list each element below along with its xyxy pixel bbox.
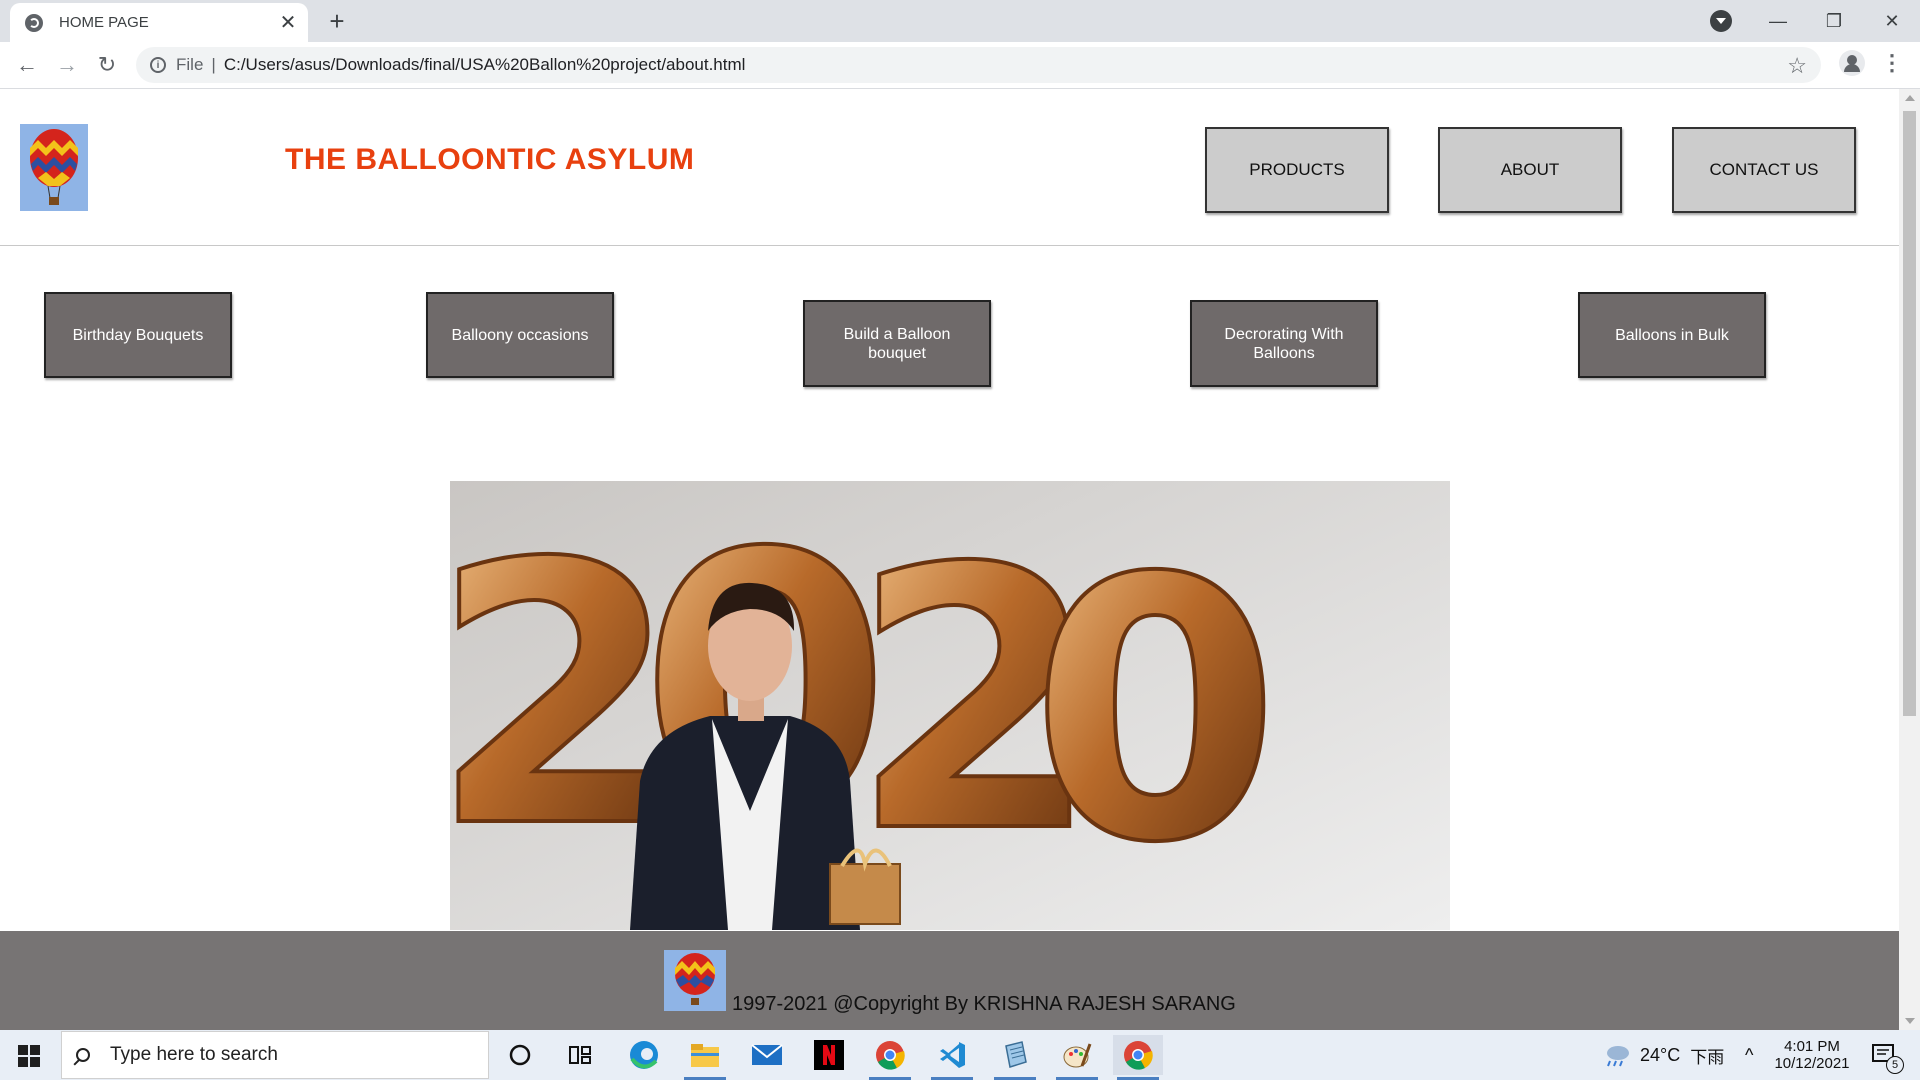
svg-text:0: 0 [1030, 502, 1281, 921]
vscode-icon[interactable] [927, 1035, 977, 1080]
back-arrow-icon[interactable]: ← [12, 50, 42, 80]
nav-about-button[interactable]: ABOUT [1438, 127, 1622, 213]
copyright-text: 1997-2021 @Copyright By KRISHNA RAJESH S… [732, 993, 1236, 1015]
chrome-active-icon[interactable] [1113, 1035, 1163, 1080]
restore-icon[interactable]: ❐ [1806, 0, 1862, 42]
netflix-icon[interactable] [804, 1035, 854, 1075]
address-bar[interactable]: i File | C:/Users/asus/Downloads/final/U… [136, 47, 1821, 83]
clock[interactable]: 4:01 PM 10/12/2021 [1772, 1030, 1852, 1080]
weather-temperature: 24°C [1640, 1044, 1681, 1065]
browser-tab[interactable]: HOME PAGE ✕ [10, 3, 308, 42]
url-text[interactable]: C:/Users/asus/Downloads/final/USA%20Ball… [224, 55, 746, 75]
category-balloons-bulk-button[interactable]: Balloons in Bulk [1578, 292, 1766, 378]
clock-date: 10/12/2021 [1774, 1055, 1850, 1072]
weather-description: 下雨 [1690, 1047, 1725, 1067]
bookmark-star-icon[interactable]: ☆ [1787, 53, 1807, 79]
paint-icon[interactable] [1052, 1035, 1102, 1080]
cortana-icon[interactable] [495, 1035, 545, 1075]
file-explorer-icon[interactable] [680, 1035, 730, 1080]
tab-strip: HOME PAGE ✕ + — ❐ ✕ [0, 0, 1920, 42]
scroll-up-arrow-icon[interactable] [1905, 95, 1915, 101]
balloon-logo [20, 124, 88, 211]
close-window-icon[interactable]: ✕ [1864, 0, 1920, 42]
new-tab-button[interactable]: + [322, 6, 352, 36]
site-footer: 1997-2021 @Copyright By KRISHNA RAJESH S… [0, 931, 1899, 1030]
mail-icon[interactable] [742, 1035, 792, 1075]
nav-products-button[interactable]: PRODUCTS [1205, 127, 1389, 213]
page-scrollbar[interactable] [1899, 89, 1920, 1030]
tab-title: HOME PAGE [59, 14, 149, 31]
forward-arrow-icon[interactable]: → [52, 50, 82, 80]
windows-start-icon[interactable] [18, 1045, 40, 1067]
browser-toolbar: ← → ↻ i File | C:/Users/asus/Downloads/f… [0, 42, 1920, 89]
rain-cloud-icon [1607, 1046, 1629, 1067]
task-view-icon[interactable] [555, 1035, 605, 1075]
category-build-bouquet-button[interactable]: Build a Balloon bouquet [803, 300, 991, 387]
taskbar: Type here to search 24°C 下雨 ^ 4:01 PM 10… [0, 1030, 1920, 1080]
nav-contact-button[interactable]: CONTACT US [1672, 127, 1856, 213]
clock-time: 4:01 PM [1784, 1038, 1840, 1055]
minimize-icon[interactable]: — [1750, 0, 1806, 42]
tray-chevron-up-icon[interactable]: ^ [1745, 1030, 1753, 1080]
weather-widget[interactable]: 24°C 下雨 [1602, 1030, 1724, 1080]
page-viewport: THE BALLOONTIC ASYLUM PRODUCTS ABOUT CON… [0, 89, 1899, 930]
category-balloony-occasions-button[interactable]: Balloony occasions [426, 292, 614, 378]
tab-search-icon[interactable] [1710, 10, 1732, 32]
search-icon [76, 1048, 90, 1062]
taskbar-search-placeholder: Type here to search [110, 1044, 278, 1065]
scroll-down-arrow-icon[interactable] [1905, 1018, 1915, 1024]
notification-center-icon[interactable]: 5 [1864, 1030, 1904, 1080]
notepad-icon[interactable] [990, 1035, 1040, 1080]
hero-image: 2 0 2 0 [450, 481, 1450, 930]
site-title: THE BALLOONTIC ASYLUM [285, 143, 695, 176]
notification-count-badge: 5 [1886, 1056, 1904, 1074]
url-separator: | [211, 55, 216, 74]
url-scheme: File [176, 55, 204, 74]
info-icon[interactable]: i [150, 57, 166, 73]
category-birthday-bouquets-button[interactable]: Birthday Bouquets [44, 292, 232, 378]
close-tab-icon[interactable]: ✕ [276, 11, 300, 35]
globe-icon [25, 13, 43, 32]
edge-icon[interactable] [619, 1035, 669, 1075]
site-header: THE BALLOONTIC ASYLUM PRODUCTS ABOUT CON… [0, 89, 1899, 246]
chrome-icon[interactable] [865, 1035, 915, 1080]
scrollbar-thumb[interactable] [1903, 111, 1916, 716]
footer-balloon-logo [664, 950, 726, 1011]
taskbar-search-box[interactable]: Type here to search [61, 1031, 489, 1079]
profile-icon[interactable] [1839, 50, 1865, 76]
menu-kebab-icon[interactable]: ⋮ [1881, 50, 1903, 76]
category-decorating-button[interactable]: Decrorating With Balloons [1190, 300, 1378, 387]
reload-icon[interactable]: ↻ [92, 50, 122, 80]
